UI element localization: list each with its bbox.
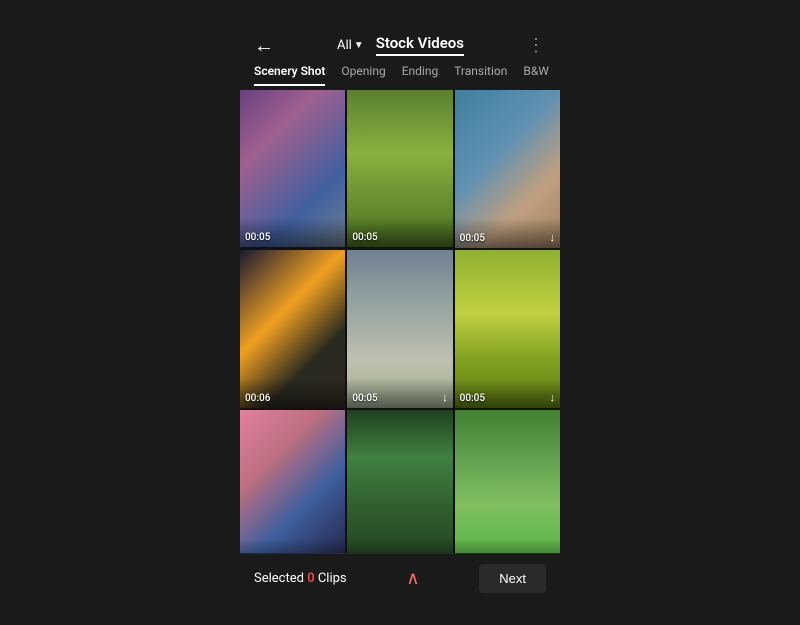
video-duration: 00:05 [460, 393, 485, 404]
video-item[interactable]: 00:05↓ [347, 410, 452, 553]
download-icon[interactable]: ↓ [550, 391, 556, 404]
video-duration: 00:06 [245, 393, 270, 404]
next-button[interactable]: Next [479, 564, 546, 593]
tab-opening[interactable]: Opening [341, 64, 385, 86]
video-item[interactable]: 00:05 [347, 90, 452, 248]
phone-container: ← All▼ Stock Videos ⋮ Scenery Shot Openi… [240, 23, 560, 603]
page-title: Stock Videos [376, 34, 464, 56]
filter-arrow-icon: ▼ [354, 40, 364, 51]
video-item[interactable]: 00:05 [240, 90, 345, 248]
tab-transition[interactable]: Transition [454, 64, 507, 86]
video-duration: 00:05 [352, 232, 377, 243]
more-options-icon[interactable]: ⋮ [527, 35, 546, 56]
bottom-bar: Selected 0 Clips ∧ Next [240, 553, 560, 603]
collapse-panel-button[interactable]: ∧ [406, 568, 419, 589]
back-button[interactable]: ← [254, 33, 274, 58]
tab-ending[interactable]: Ending [402, 64, 439, 86]
video-item[interactable]: 00:05↓ [455, 410, 560, 553]
tab-scenery-shot[interactable]: Scenery Shot [254, 64, 325, 86]
video-thumbnail [455, 410, 560, 553]
video-duration: 00:05 [245, 232, 270, 243]
header-center: All▼ Stock Videos [274, 34, 527, 56]
header: ← All▼ Stock Videos ⋮ [240, 23, 560, 64]
video-grid-container[interactable]: 00:0500:0500:05↓00:0600:05↓00:05↓00:05↓0… [240, 90, 560, 553]
selected-prefix: Selected [254, 571, 307, 586]
video-item[interactable]: 00:05 ↓ [455, 250, 560, 408]
tab-bw[interactable]: B&W [523, 64, 549, 86]
video-duration: 00:05 [352, 393, 377, 404]
thumbnail-overlay [240, 538, 345, 553]
video-item[interactable]: 00:05 ↓ [347, 250, 452, 408]
selected-count: 0 [307, 571, 314, 586]
filter-button[interactable]: All▼ [337, 38, 364, 53]
filter-label: All [337, 38, 352, 53]
download-icon[interactable]: ↓ [335, 551, 341, 553]
video-thumbnail [240, 410, 345, 553]
video-thumbnail [347, 410, 452, 553]
video-item[interactable]: 00:06 [240, 250, 345, 408]
download-icon[interactable]: ↓ [442, 551, 448, 553]
download-icon[interactable]: ↓ [442, 391, 448, 404]
thumbnail-overlay [347, 538, 452, 553]
selected-suffix: Clips [315, 571, 347, 586]
thumbnail-overlay [455, 538, 560, 553]
download-icon[interactable]: ↓ [550, 551, 556, 553]
selected-clips-text: Selected 0 Clips [254, 571, 347, 586]
download-icon[interactable]: ↓ [550, 231, 556, 244]
video-item[interactable]: 00:05 ↓ [455, 90, 560, 248]
video-grid: 00:0500:0500:05↓00:0600:05↓00:05↓00:05↓0… [240, 90, 560, 553]
tabs-bar: Scenery Shot Opening Ending Transition B… [240, 64, 560, 86]
video-item[interactable]: 00:05↓ [240, 410, 345, 553]
video-duration: 00:05 [460, 233, 485, 244]
